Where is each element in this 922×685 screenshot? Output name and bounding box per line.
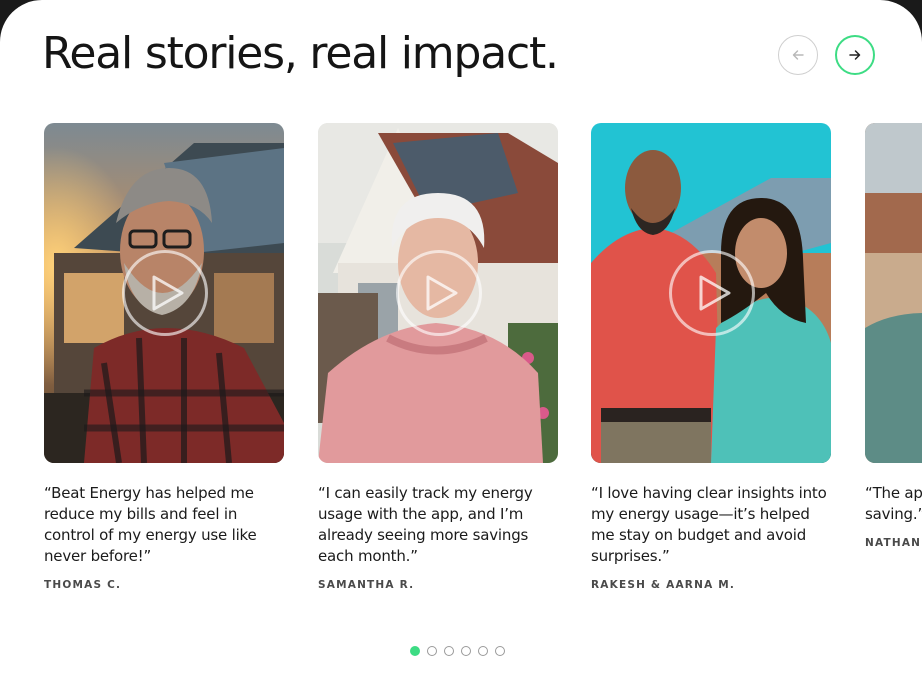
customer-photo	[865, 123, 922, 463]
play-icon	[426, 275, 458, 311]
testimonial-video-thumbnail[interactable]	[865, 123, 922, 463]
play-button[interactable]	[396, 250, 482, 336]
play-icon	[699, 275, 731, 311]
testimonial-quote: “The ap energy s impress saving.”	[865, 484, 922, 523]
testimonial-author: Rakesh & Aarna M.	[591, 579, 736, 591]
play-button[interactable]	[122, 250, 208, 336]
testimonial-card: “I can easily track my energy usage with…	[318, 123, 558, 591]
testimonial-quote: “I love having clear insights into my en…	[591, 484, 827, 565]
carousel-pagination	[410, 646, 505, 656]
play-button[interactable]	[669, 250, 755, 336]
pagination-dot[interactable]	[444, 646, 454, 656]
testimonial-video-thumbnail[interactable]	[44, 123, 284, 463]
testimonials-section: Real stories, real impact. “Beat Energy …	[0, 0, 922, 685]
testimonial-quote: “I can easily track my energy usage with…	[318, 484, 533, 565]
testimonial-card: “I love having clear insights into my en…	[591, 123, 831, 591]
testimonial-author: Samantha R.	[318, 579, 415, 591]
testimonial-card: “The ap energy s impress saving.” Nathan…	[865, 123, 922, 549]
testimonial-author: Thomas C.	[44, 579, 122, 591]
pagination-dot[interactable]	[410, 646, 420, 656]
pagination-dot[interactable]	[461, 646, 471, 656]
testimonial-quote: “Beat Energy has helped me reduce my bil…	[44, 484, 257, 565]
testimonial-video-thumbnail[interactable]	[591, 123, 831, 463]
pagination-dot[interactable]	[495, 646, 505, 656]
testimonial-card: “Beat Energy has helped me reduce my bil…	[44, 123, 284, 591]
pagination-dot[interactable]	[427, 646, 437, 656]
testimonial-video-thumbnail[interactable]	[318, 123, 558, 463]
play-icon	[152, 275, 184, 311]
testimonial-author: Nathan H	[865, 537, 922, 549]
testimonial-carousel: “Beat Energy has helped me reduce my bil…	[0, 0, 922, 685]
pagination-dot[interactable]	[478, 646, 488, 656]
